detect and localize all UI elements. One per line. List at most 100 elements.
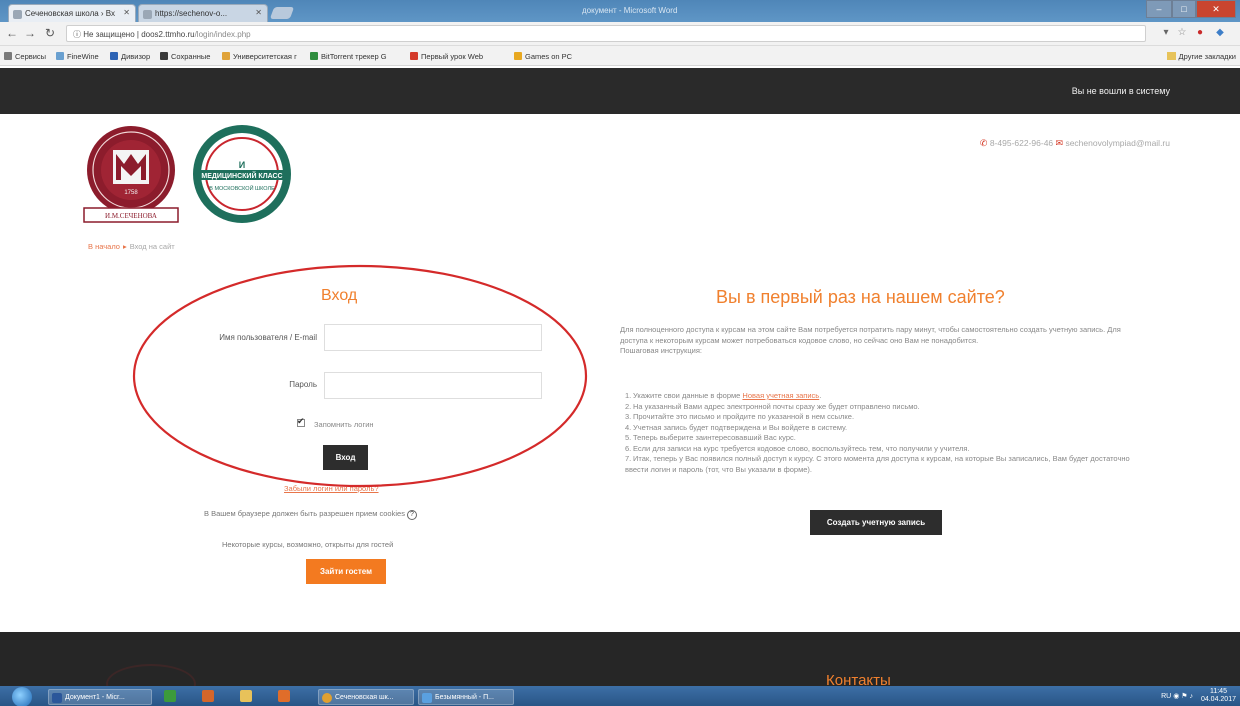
bookmark-item[interactable]: Сохранные: [160, 52, 210, 61]
os-taskbar: Документ1 - Micr... Сеченовская шк... Бе…: [0, 686, 1240, 706]
volume-icon[interactable]: ♪: [1190, 693, 1194, 700]
media-player-icon[interactable]: [278, 690, 290, 702]
bookmark-icon: [160, 52, 168, 60]
language-indicator[interactable]: RU: [1161, 693, 1171, 700]
signup-steps: 1. Укажите свои данные в форме Новая учет…: [625, 391, 1135, 475]
flag-icon[interactable]: ⚑: [1181, 693, 1187, 700]
login-status-link[interactable]: Вы не вошли в систему: [1072, 86, 1170, 96]
signup-intro: Для полноценного доступа к курсам на это…: [620, 325, 1130, 357]
bookmark-item[interactable]: Дивизор: [110, 52, 150, 61]
browser-tab-second[interactable]: https://sechenov-o... ✕: [138, 4, 268, 22]
logo-title: МЕДИЦИНСКИЙ КЛАСС: [201, 171, 282, 180]
guest-note: Некоторые курсы, возможно, открыты для г…: [222, 540, 394, 549]
phone-icon: ✆: [979, 138, 988, 148]
remember-checkbox[interactable]: ✔: [297, 416, 305, 427]
forward-arrow-icon[interactable]: →: [22, 25, 38, 41]
medical-class-logo[interactable]: И МЕДИЦИНСКИЙ КЛАСС В МОСКОВСКОЙ ШКОЛЕ: [190, 122, 294, 226]
forgot-password-link[interactable]: Забыли логин или пароль?: [284, 484, 379, 493]
bookmark-icon: [222, 52, 230, 60]
site-topbar: Вы не вошли в систему: [0, 68, 1240, 114]
maximize-button[interactable]: □: [1172, 0, 1196, 18]
back-arrow-icon[interactable]: ←: [4, 25, 20, 41]
page-favicon-icon: [143, 10, 152, 19]
bookmark-item[interactable]: Первый урок Web: [410, 52, 483, 61]
tab-title: Сеченовская школа › Вх: [25, 9, 116, 18]
browser-toolbar: ← → ↻ ⓘ Не защищено | doos2.ttmho.ru/log…: [0, 22, 1240, 46]
taskbar-item-chrome[interactable]: Сеченовская шк...: [318, 689, 414, 705]
start-button[interactable]: [12, 687, 32, 706]
logo-caption: И.М.СЕЧЕНОВА: [105, 212, 157, 220]
breadcrumb-home-link[interactable]: В начало: [88, 242, 120, 251]
bookmark-icon: [410, 52, 418, 60]
username-input[interactable]: [324, 324, 542, 351]
bookmark-icon: [110, 52, 118, 60]
browser-tab-active[interactable]: Сеченовская школа › Вх ✕: [8, 4, 136, 22]
logo-subtitle: В МОСКОВСКОЙ ШКОЛЕ: [209, 184, 275, 192]
help-icon[interactable]: ?: [406, 510, 417, 520]
clock[interactable]: 11:45 04.04.2017: [1201, 688, 1236, 704]
security-label: Не защищено: [83, 30, 135, 39]
minimize-button[interactable]: –: [1146, 0, 1172, 18]
breadcrumb-separator-icon: ▸: [122, 242, 127, 251]
close-window-button[interactable]: ✕: [1196, 0, 1236, 18]
contact-email[interactable]: sechenovolympiad@mail.ru: [1065, 138, 1170, 148]
bookmark-item[interactable]: Сервисы: [4, 52, 46, 61]
taskbar-item-paint[interactable]: Безымянный - П...: [418, 689, 514, 705]
contact-phone: 8-495-622-96-46: [989, 138, 1054, 148]
other-bookmarks[interactable]: Другие закладки: [1166, 52, 1236, 61]
tab-close-icon[interactable]: ✕: [123, 8, 130, 17]
bookmark-item[interactable]: BitTorrent трекер G: [310, 52, 387, 61]
signup-heading: Вы в первый раз на нашем сайте?: [716, 287, 1005, 307]
chrome-icon: [322, 693, 332, 703]
username-label: Имя пользователя / E-mail: [219, 333, 317, 342]
excel-icon[interactable]: [164, 690, 176, 702]
taskbar-item-word[interactable]: Документ1 - Micr...: [48, 689, 152, 705]
list-item: 3. Прочитайте это письмо и пройдите по ук…: [625, 412, 855, 421]
breadcrumb-current: Вход на сайт: [129, 242, 175, 251]
list-item: 2. На указанный Вами адрес электронной по…: [625, 401, 920, 411]
instructions-title: Пошаговая инструкция:: [620, 346, 702, 355]
bookmark-icon: [514, 52, 522, 60]
svg-text:И: И: [239, 160, 245, 170]
mail-icon: ✉: [1055, 138, 1064, 148]
adblock-icon[interactable]: ●: [1194, 27, 1206, 39]
address-domain: doos2.ttmho.ru: [141, 30, 195, 39]
screen: Сеченовская школа › Вх ✕ https://secheno…: [0, 0, 1240, 706]
breadcrumb: В начало ▸ Вход на сайт: [88, 242, 175, 251]
network-icon[interactable]: ◉: [1173, 693, 1179, 700]
create-account-button[interactable]: Создать учетную запись: [810, 510, 942, 535]
translate-icon[interactable]: ▾: [1160, 27, 1172, 39]
university-logo[interactable]: И.М.СЕЧЕНОВА 1758: [80, 124, 182, 226]
powerpoint-icon[interactable]: [202, 690, 214, 702]
bookmark-star-icon[interactable]: ☆: [1176, 27, 1188, 39]
paint-icon: [422, 693, 432, 703]
list-item: 6. Если для записи на курс требуется кодо…: [625, 443, 970, 453]
list-item: 5. Теперь выберите заинтересовавший Вас к…: [625, 433, 796, 442]
new-tab-button[interactable]: [269, 7, 295, 19]
apps-grid-icon: [4, 52, 12, 60]
list-item: 4. Учетная запись будет подтверждена и Вы…: [625, 422, 848, 432]
tab-close-icon[interactable]: ✕: [255, 8, 262, 17]
site-favicon-icon: [13, 10, 22, 19]
remember-label: Запомнить логин: [314, 420, 374, 429]
list-item: 1. Укажите свои данные в форме Новая учет…: [625, 391, 822, 400]
site-footer: Контакты: [0, 632, 1240, 704]
guest-login-button[interactable]: Зайти гостем: [306, 559, 386, 584]
folder-icon: [1166, 52, 1176, 60]
new-account-link[interactable]: Новая учетная запись: [742, 391, 819, 400]
password-label: Пароль: [289, 380, 317, 389]
window-title: документ - Microsoft Word: [582, 6, 678, 15]
bookmark-item[interactable]: Университетская г: [222, 52, 297, 61]
password-input[interactable]: [324, 372, 542, 399]
bookmark-item[interactable]: FineWine: [56, 52, 99, 61]
browser-tabstrip: Сеченовская школа › Вх ✕ https://secheno…: [0, 0, 1240, 22]
bookmark-item[interactable]: Games on PC: [514, 52, 572, 61]
checkmark-icon: ✔: [297, 416, 305, 426]
extension-icon[interactable]: ◆: [1214, 27, 1226, 39]
login-button[interactable]: Вход: [323, 445, 368, 470]
info-icon: ⓘ: [73, 30, 81, 39]
reload-icon[interactable]: ↻: [42, 25, 58, 41]
explorer-folder-icon[interactable]: [240, 690, 252, 702]
list-item: 7. Итак, теперь у Вас появился полный дос…: [625, 454, 1130, 474]
address-bar[interactable]: ⓘ Не защищено | doos2.ttmho.ru/login/ind…: [66, 25, 1146, 42]
